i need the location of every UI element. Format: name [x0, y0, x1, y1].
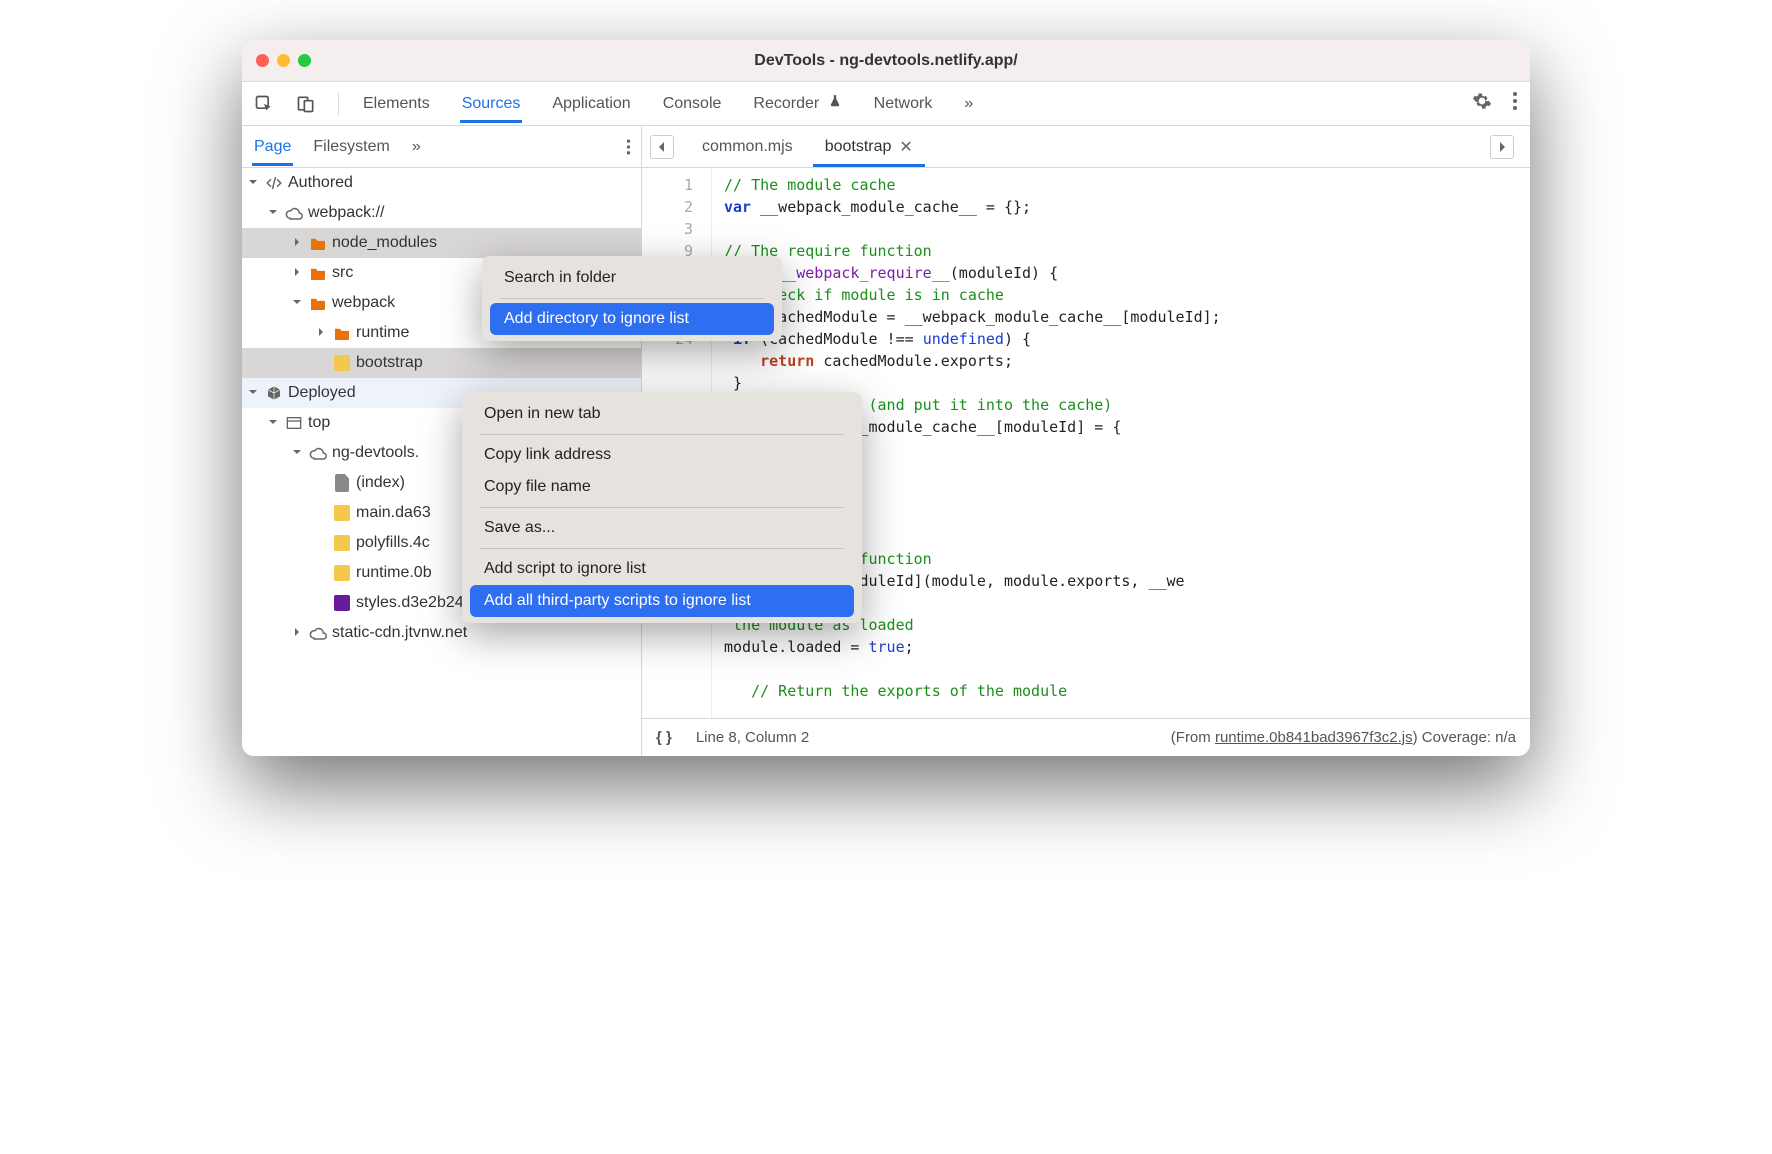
- editor-tab-bootstrap[interactable]: bootstrap ✕: [813, 127, 925, 167]
- device-toggle-icon[interactable]: [296, 94, 316, 114]
- tab-recorder[interactable]: Recorder: [751, 84, 843, 123]
- code-icon: [265, 174, 283, 192]
- cursor-position: Line 8, Column 2: [696, 729, 809, 746]
- devtools-window: DevTools - ng-devtools.netlify.app/ Elem…: [242, 40, 1530, 756]
- tree-bootstrap[interactable]: bootstrap: [242, 348, 641, 378]
- mapped-file-link[interactable]: runtime.0b841bad3967f3c2.js: [1215, 729, 1413, 746]
- folder-icon: [309, 264, 327, 282]
- main-tab-strip: Elements Sources Application Console Rec…: [361, 84, 1450, 123]
- window-controls: [256, 54, 311, 67]
- editor-status-bar: { } Line 8, Column 2 (From runtime.0b841…: [642, 718, 1530, 756]
- divider: [480, 507, 844, 508]
- tab-elements[interactable]: Elements: [361, 85, 432, 123]
- ctx-open-new-tab[interactable]: Open in new tab: [470, 398, 854, 430]
- ctx-add-all-thirdparty-ignore[interactable]: Add all third-party scripts to ignore li…: [470, 585, 854, 617]
- minimize-window-button[interactable]: [277, 54, 290, 67]
- kebab-icon[interactable]: [1512, 91, 1518, 116]
- tab-application[interactable]: Application: [550, 85, 632, 123]
- js-file-icon: [333, 564, 351, 582]
- tab-console[interactable]: Console: [661, 85, 724, 123]
- sidebar-tabs-overflow[interactable]: »: [410, 128, 423, 166]
- file-context-menu: Open in new tab Copy link address Copy f…: [462, 392, 862, 623]
- cloud-icon: [309, 444, 327, 462]
- cube-icon: [265, 384, 283, 402]
- frame-icon: [285, 414, 303, 432]
- sidebar-tab-filesystem[interactable]: Filesystem: [311, 128, 391, 166]
- ctx-save-as[interactable]: Save as...: [470, 512, 854, 544]
- titlebar: DevTools - ng-devtools.netlify.app/: [242, 40, 1530, 82]
- close-icon[interactable]: ✕: [899, 137, 912, 157]
- divider: [500, 298, 764, 299]
- settings-icon[interactable]: [1472, 91, 1492, 116]
- source-mapping: (From runtime.0b841bad3967f3c2.js) Cover…: [1171, 729, 1516, 746]
- folder-icon: [309, 234, 327, 252]
- sidebar-tab-page[interactable]: Page: [252, 128, 293, 166]
- zoom-window-button[interactable]: [298, 54, 311, 67]
- ctx-search-folder[interactable]: Search in folder: [490, 262, 774, 294]
- separator: [338, 93, 339, 115]
- cloud-icon: [285, 204, 303, 222]
- editor-tab-common[interactable]: common.mjs: [690, 128, 805, 166]
- js-file-icon: [333, 534, 351, 552]
- tabs-overflow[interactable]: »: [962, 85, 975, 123]
- css-file-icon: [333, 594, 351, 612]
- document-icon: [333, 474, 351, 492]
- ctx-add-dir-ignore[interactable]: Add directory to ignore list: [490, 303, 774, 335]
- cloud-icon: [309, 624, 327, 642]
- tab-network[interactable]: Network: [872, 85, 935, 123]
- pretty-print-icon[interactable]: { }: [656, 729, 672, 746]
- folder-context-menu: Search in folder Add directory to ignore…: [482, 256, 782, 341]
- tree-authored[interactable]: Authored: [242, 168, 641, 198]
- history-back-icon[interactable]: [650, 135, 674, 159]
- close-window-button[interactable]: [256, 54, 269, 67]
- sidebar-menu-icon[interactable]: [626, 138, 631, 156]
- panes: Page Filesystem » Authored webpack://: [242, 126, 1530, 756]
- ctx-add-script-ignore[interactable]: Add script to ignore list: [470, 553, 854, 585]
- inspect-icon[interactable]: [254, 94, 274, 114]
- editor-tabs: common.mjs bootstrap ✕: [642, 126, 1530, 168]
- folder-icon: [309, 294, 327, 312]
- ctx-copy-name[interactable]: Copy file name: [470, 471, 854, 503]
- divider: [480, 434, 844, 435]
- js-file-icon: [333, 504, 351, 522]
- tree-node-modules[interactable]: node_modules: [242, 228, 641, 258]
- tab-sources[interactable]: Sources: [460, 85, 523, 123]
- divider: [480, 548, 844, 549]
- tree-webpack[interactable]: webpack://: [242, 198, 641, 228]
- js-file-icon: [333, 354, 351, 372]
- history-forward-icon[interactable]: [1490, 135, 1514, 159]
- flask-icon: [828, 95, 842, 112]
- toolbar-right: [1472, 91, 1518, 116]
- main-toolbar: Elements Sources Application Console Rec…: [242, 82, 1530, 126]
- ctx-copy-link[interactable]: Copy link address: [470, 439, 854, 471]
- window-title: DevTools - ng-devtools.netlify.app/: [242, 52, 1530, 70]
- sidebar-tabs: Page Filesystem »: [242, 126, 641, 168]
- folder-icon: [333, 324, 351, 342]
